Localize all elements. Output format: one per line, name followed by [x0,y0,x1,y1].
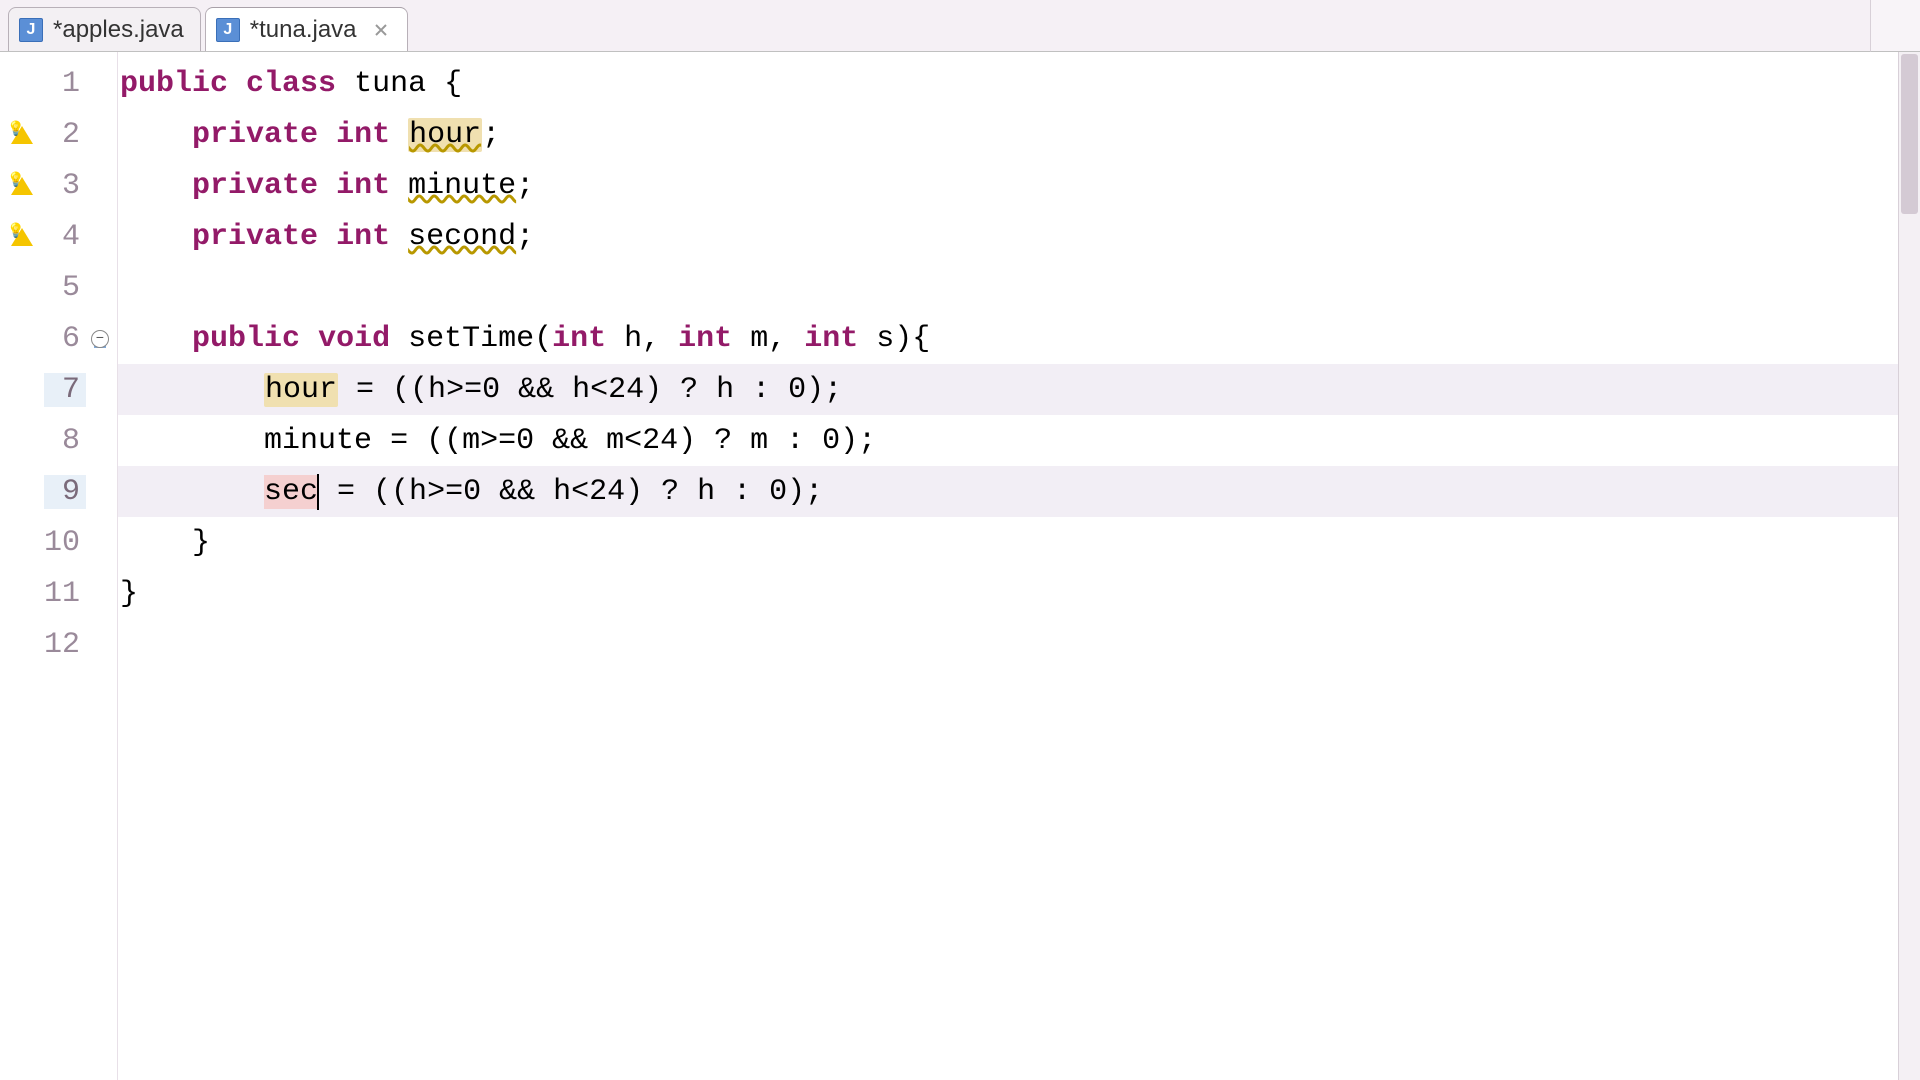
code-line [118,619,1920,670]
editor: 1 2 3 4 5 6− 7 8 9 10 11 12 public class… [0,52,1920,1080]
vertical-scrollbar[interactable] [1898,52,1920,1080]
line-number: 3 [44,169,86,203]
code-line: minute = ((m>=0 && m<24) ? m : 0); [118,415,1920,466]
code-line: private int hour; [118,109,1920,160]
tab-label: *tuna.java [250,16,357,44]
tab-apples[interactable]: J *apples.java [8,7,201,51]
line-number: 2 [44,118,86,152]
scroll-thumb[interactable] [1901,54,1918,214]
code-line [118,262,1920,313]
line-number: 9 [44,475,86,509]
tab-bar-corner [1870,0,1920,52]
gutter[interactable]: 1 2 3 4 5 6− 7 8 9 10 11 12 [0,52,118,1080]
code-line: private int second; [118,211,1920,262]
code-line: hour = ((h>=0 && h<24) ? h : 0); [118,364,1920,415]
close-icon[interactable] [371,20,391,40]
line-number: 12 [44,628,86,662]
code-area[interactable]: public class tuna { private int hour; pr… [118,52,1920,1080]
code-line: } [118,568,1920,619]
code-line: public class tuna { [118,58,1920,109]
tab-tuna[interactable]: J *tuna.java [205,7,408,51]
java-file-icon: J [216,18,240,42]
tab-label: *apples.java [53,16,184,44]
line-number: 6 [44,322,86,356]
fold-toggle-icon[interactable]: − [91,330,109,348]
line-number: 5 [44,271,86,305]
code-line: public void setTime(int h, int m, int s)… [118,313,1920,364]
line-number: 4 [44,220,86,254]
line-number: 7 [44,373,86,407]
warning-icon[interactable] [11,226,33,248]
code-line: } [118,517,1920,568]
warning-icon[interactable] [11,124,33,146]
line-number: 8 [44,424,86,458]
line-number: 11 [44,577,86,611]
java-file-icon: J [19,18,43,42]
code-line: sec = ((h>=0 && h<24) ? h : 0); [118,466,1920,517]
line-number: 10 [44,526,86,560]
code-line: private int minute; [118,160,1920,211]
warning-icon[interactable] [11,175,33,197]
line-number: 1 [44,67,86,101]
tab-bar: J *apples.java J *tuna.java [0,0,1920,52]
